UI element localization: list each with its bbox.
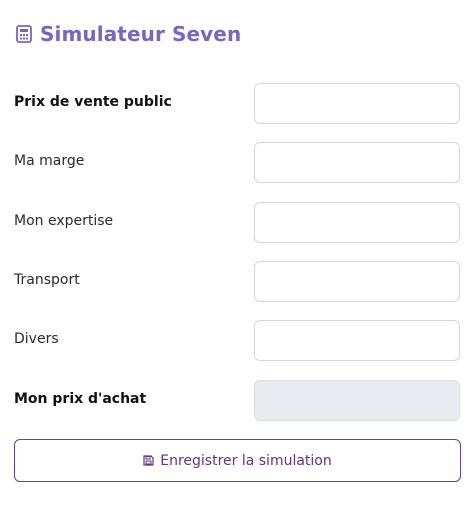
save-simulation-button[interactable]: Enregistrer la simulation xyxy=(14,439,461,482)
transport-input[interactable] xyxy=(254,261,460,302)
prix-vente-input[interactable] xyxy=(254,83,460,124)
field-row-transport: Transport xyxy=(14,261,461,303)
field-row-prix-achat: Mon prix d'achat xyxy=(14,380,461,422)
floppy-disk-icon xyxy=(143,455,154,466)
calculator-icon xyxy=(16,25,32,43)
field-label: Mon prix d'achat xyxy=(14,391,147,407)
divers-input[interactable] xyxy=(254,320,460,361)
page-title: Simulateur Seven xyxy=(16,22,241,46)
prix-achat-output xyxy=(254,380,460,421)
marge-input[interactable] xyxy=(254,142,460,183)
save-button-label: Enregistrer la simulation xyxy=(160,452,332,469)
field-row-divers: Divers xyxy=(14,320,461,362)
field-label: Mon expertise xyxy=(14,213,114,229)
field-row-marge: Ma marge xyxy=(14,142,461,184)
field-row-expertise: Mon expertise xyxy=(14,202,461,244)
field-label: Divers xyxy=(14,331,59,347)
field-label: Ma marge xyxy=(14,153,85,169)
page-title-text: Simulateur Seven xyxy=(40,22,242,46)
field-label: Transport xyxy=(14,272,80,288)
field-row-prix-vente: Prix de vente public xyxy=(14,83,461,125)
field-label: Prix de vente public xyxy=(14,94,172,110)
expertise-input[interactable] xyxy=(254,202,460,243)
